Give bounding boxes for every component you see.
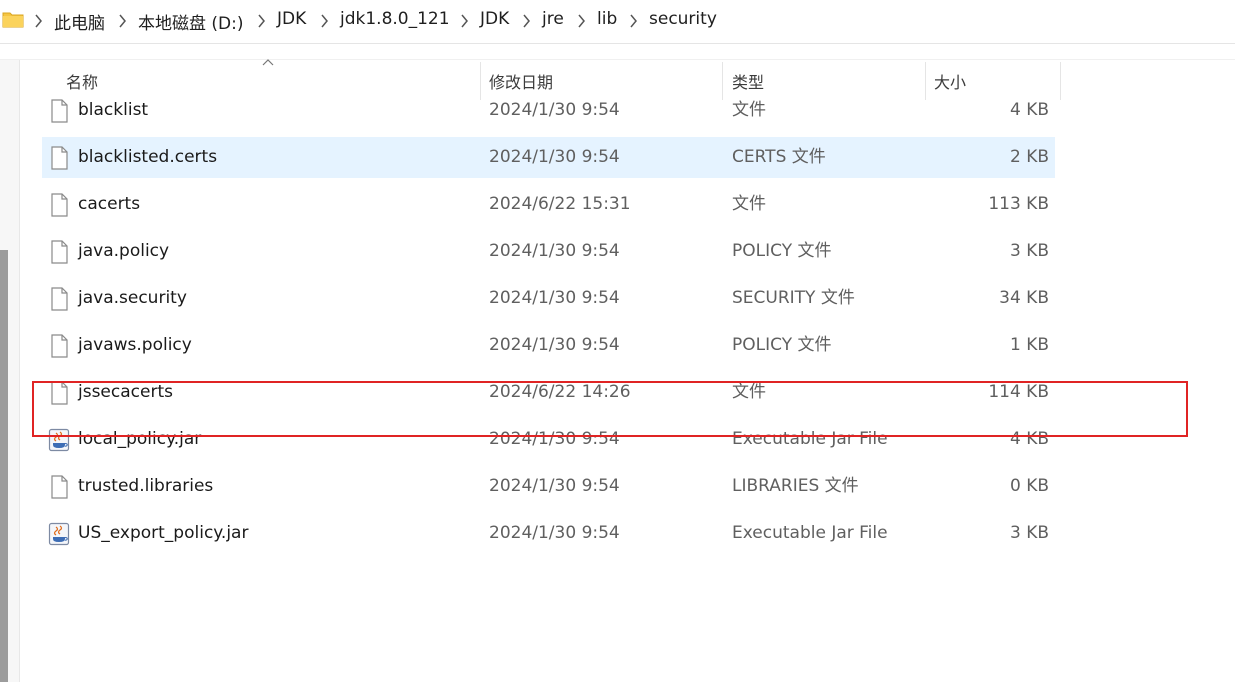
file-name: trusted.libraries [78,476,214,496]
chevron-right-icon [35,14,42,28]
file-icon [48,240,70,264]
highlight-annotation [32,381,1188,437]
file-icon [48,475,70,499]
file-name: java.security [78,288,187,308]
file-name: cacerts [78,194,141,214]
breadcrumb: 此电脑 本地磁盘 (D:) JDK jdk1.8.0_121 JDK jre l… [0,0,1235,42]
breadcrumb-item-lib[interactable]: lib [597,9,617,29]
file-name: java.policy [78,241,170,261]
file-icon [48,193,70,217]
file-modified-date: 2024/1/30 9:54 [489,288,620,308]
file-type: LIBRARIES 文件 [732,476,859,496]
file-type: 文件 [732,194,766,214]
file-icon [48,146,70,170]
breadcrumb-item-jre[interactable]: jre [542,9,564,29]
file-size: 1 KB [1009,335,1049,355]
file-size: 0 KB [1009,476,1049,496]
breadcrumb-item-drive-d[interactable]: 本地磁盘 (D:) [138,9,244,34]
file-icon [48,99,70,123]
file-modified-date: 2024/1/30 9:54 [489,241,620,261]
file-modified-date: 2024/1/30 9:54 [489,335,620,355]
file-icon [48,334,70,358]
jar-icon [48,522,70,546]
column-divider[interactable] [1060,62,1061,100]
file-modified-date: 2024/1/30 9:54 [489,147,620,167]
file-modified-date: 2024/1/30 9:54 [489,100,620,120]
chevron-right-icon [523,14,530,28]
file-type: SECURITY 文件 [732,288,855,308]
chevron-right-icon [119,14,126,28]
file-size: 113 KB [988,194,1049,214]
file-name: javaws.policy [78,335,192,355]
file-row[interactable]: javaws.policy 2024/1/30 9:54 POLICY 文件 1 KB [42,325,1055,366]
file-type: POLICY 文件 [732,241,832,261]
file-type: CERTS 文件 [732,147,826,167]
file-name: blacklisted.certs [78,147,218,167]
file-size: 4 KB [1009,100,1049,120]
chevron-right-icon [258,14,265,28]
file-row[interactable]: blacklist 2024/1/30 9:54 文件 4 KB [42,90,1055,131]
file-modified-date: 2024/1/30 9:54 [489,476,620,496]
breadcrumb-item-jdk-inner[interactable]: JDK [480,9,509,29]
file-modified-date: 2024/6/22 15:31 [489,194,631,214]
file-modified-date: 2024/1/30 9:54 [489,523,620,543]
chevron-right-icon [321,14,328,28]
file-name: US_export_policy.jar [78,523,249,543]
divider [0,43,1235,44]
file-name: blacklist [78,100,149,120]
breadcrumb-item-this-pc[interactable]: 此电脑 [54,9,105,34]
chevron-right-icon [630,14,637,28]
scrollbar-thumb[interactable] [0,250,8,682]
file-type: Executable Jar File [732,523,888,543]
breadcrumb-item-security[interactable]: security [649,9,717,29]
file-size: 2 KB [1009,147,1049,167]
divider [0,59,1235,60]
chevron-right-icon [578,14,585,28]
file-size: 3 KB [1009,241,1049,261]
sort-up-icon [262,59,274,66]
file-row[interactable]: java.policy 2024/1/30 9:54 POLICY 文件 3 KB [42,231,1055,272]
breadcrumb-item-jdk-version[interactable]: jdk1.8.0_121 [340,9,450,29]
file-explorer-window: 此电脑 本地磁盘 (D:) JDK jdk1.8.0_121 JDK jre l… [0,0,1235,682]
file-row[interactable]: java.security 2024/1/30 9:54 SECURITY 文件 34… [42,278,1055,319]
chevron-right-icon [461,14,468,28]
file-row[interactable]: cacerts 2024/6/22 15:31 文件 113 KB [42,184,1055,225]
file-icon [48,287,70,311]
file-size: 3 KB [1009,523,1049,543]
file-size: 34 KB [999,288,1049,308]
file-row[interactable]: blacklisted.certs 2024/1/30 9:54 CERTS 文件 2… [42,137,1055,178]
file-type: 文件 [732,100,766,120]
file-type: POLICY 文件 [732,335,832,355]
breadcrumb-item-jdk[interactable]: JDK [277,9,306,29]
folder-icon [2,12,24,28]
file-row[interactable]: US_export_policy.jar 2024/1/30 9:54 Execut… [42,513,1055,554]
file-row[interactable]: trusted.libraries 2024/1/30 9:54 LIBRARIES… [42,466,1055,507]
